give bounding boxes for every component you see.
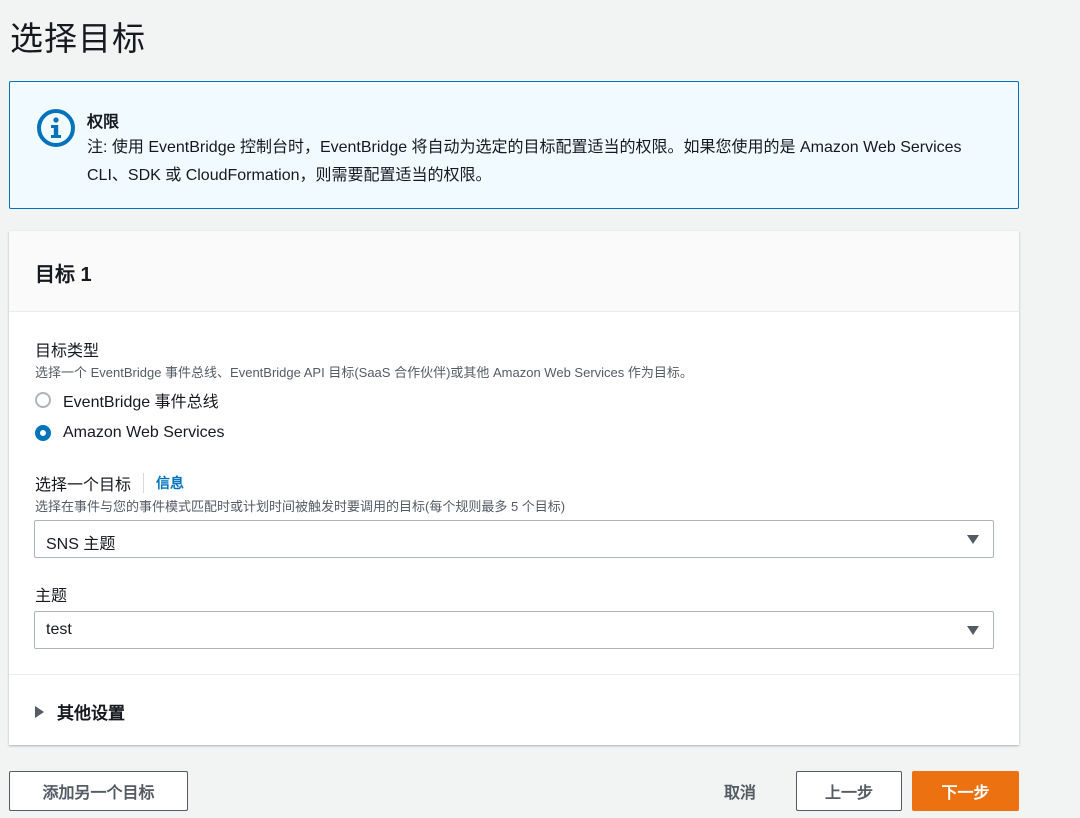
caret-down-icon: [967, 535, 979, 544]
radio-aws-services[interactable]: Amazon Web Services: [35, 422, 225, 444]
caret-down-icon: [967, 626, 979, 635]
target-type-description: 选择一个 EventBridge 事件总线、EventBridge API 目标…: [35, 365, 693, 380]
add-another-target-button[interactable]: 添加另一个目标: [9, 771, 188, 811]
page-title: 选择目标: [10, 20, 146, 57]
cancel-button[interactable]: 取消: [708, 771, 772, 811]
permissions-info-alert: 权限 注: 使用 EventBridge 控制台时，EventBridge 将自…: [9, 81, 1019, 209]
target-type-label: 目标类型: [35, 343, 100, 360]
target-title: 目标 1: [35, 264, 92, 286]
next-button[interactable]: 下一步: [912, 771, 1019, 811]
radio-button[interactable]: [35, 392, 51, 408]
target-select[interactable]: SNS 主题: [34, 520, 994, 558]
target-panel: 目标 1 目标类型 选择一个 EventBridge 事件总线、EventBri…: [9, 231, 1019, 745]
additional-settings-label: 其他设置: [57, 704, 125, 723]
alert-body: 注: 使用 EventBridge 控制台时，EventBridge 将自动为选…: [87, 139, 962, 184]
topic-select[interactable]: test: [34, 611, 994, 649]
radio-eventbridge-bus[interactable]: EventBridge 事件总线: [35, 389, 219, 411]
info-link[interactable]: 信息: [143, 473, 184, 493]
previous-button[interactable]: 上一步: [796, 771, 902, 811]
topic-label: 主题: [35, 588, 68, 605]
alert-title: 权限: [87, 114, 120, 131]
target-panel-header: 目标 1: [9, 231, 1019, 312]
select-target-description: 选择在事件与您的事件模式匹配时或计划时间被触发时要调用的目标(每个规则最多 5 …: [35, 499, 566, 514]
select-target-label-row: 选择一个目标 信息: [35, 471, 184, 495]
radio-label: Amazon Web Services: [63, 424, 225, 441]
divider: [9, 674, 1019, 675]
topic-select-value: test: [46, 621, 72, 638]
radio-label: EventBridge 事件总线: [63, 394, 219, 411]
additional-settings-expander[interactable]: 其他设置: [35, 699, 125, 724]
info-icon: [37, 109, 75, 147]
select-target-label: 选择一个目标: [35, 477, 132, 494]
caret-right-icon: [35, 705, 44, 718]
target-select-value: SNS 主题: [46, 536, 116, 553]
radio-button-checked[interactable]: [35, 425, 51, 441]
